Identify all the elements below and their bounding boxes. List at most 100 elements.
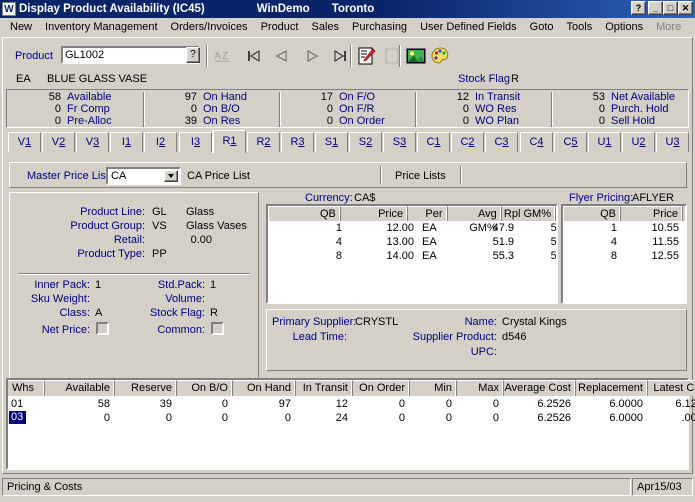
flyer-grid-row[interactable]: 1 10.55 [563,222,685,235]
price-grid-row[interactable]: 4 13.00 EA 51.9 53.8 [268,236,556,249]
minimize-button[interactable]: _ [648,1,663,15]
tab-i1[interactable]: I1 [110,132,143,152]
whs-col-min[interactable]: Min [410,380,457,396]
whs-col-on-hand[interactable]: On Hand [233,380,296,396]
stat-label: Net Available [611,91,676,103]
tab-c5[interactable]: C5 [554,132,587,152]
tab-label: C2 [460,136,475,148]
net-price-checkbox[interactable] [96,322,109,335]
supplier-name-value: Crystal Kings [502,316,567,328]
whs-col-reserve[interactable]: Reserve [115,380,177,396]
flyer-col-price[interactable]: Price [621,206,683,221]
price-grid-row[interactable]: 1 12.00 EA 47.9 50.0 [268,222,556,235]
tab-c1[interactable]: C1 [417,132,450,152]
tab-underline [6,152,689,154]
price-lists-button[interactable]: Price Lists [395,170,446,182]
whs-cell-code[interactable]: 03 [9,411,26,424]
menu-item-inventory-management[interactable]: Inventory Management [39,20,165,34]
menu-item-new[interactable]: New [4,20,39,34]
flyer-cell-price: 12.55 [651,250,679,262]
tab-r3[interactable]: R3 [281,132,314,152]
palette-icon[interactable] [429,46,453,66]
warehouse-grid-header: Whs Available Reserve On B/O On Hand In Trans… [8,380,695,396]
warehouse-row[interactable]: 03 0 0 0 0 24 0 0 0 6.2526 6.0000 .0000 [8,411,695,425]
tab-r1[interactable]: R1 [213,130,246,153]
tab-c4[interactable]: C4 [520,132,553,152]
next-record-icon[interactable] [300,46,324,66]
price-col-price[interactable]: Price [340,206,409,221]
tab-label: C4 [529,136,544,148]
tab-v2[interactable]: V2 [42,132,75,152]
help-button[interactable]: ? [631,1,646,15]
system-menu-icon[interactable]: W [2,2,16,16]
whs-col-whs[interactable]: Whs [8,380,45,396]
product-type-value: PP [152,248,167,260]
status-bar-left: Pricing & Costs [2,478,631,496]
flyer-price-grid[interactable]: QB Price 1 10.55 4 11.55 8 12.55 [561,204,687,304]
price-col-avg-gm-[interactable]: Avg GM% [447,206,502,234]
menu-item-purchasing[interactable]: Purchasing [346,20,414,34]
price-list-separator-right [460,166,462,184]
tab-r2[interactable]: R2 [247,132,280,152]
supplier-product-value: d546 [502,331,527,343]
menu-item-help[interactable]: Help [688,20,695,34]
price-col-per[interactable]: Per [408,206,448,221]
last-record-icon[interactable] [328,46,352,66]
whs-col-available[interactable]: Available [45,380,115,396]
picture-icon[interactable] [404,46,428,66]
tab-u2[interactable]: U2 [622,132,655,152]
menu-item-product[interactable]: Product [255,20,306,34]
price-grid-row[interactable]: 8 14.00 EA 55.3 57.1 [268,250,556,263]
price-break-grid[interactable]: QBPricePerAvg GM%Rpl GM%112.00EA47.950.0… [266,204,558,304]
warehouse-row[interactable]: 01 58 39 0 97 12 0 0 0 6.2526 6.0000 6.1261 [8,397,695,411]
close-button[interactable]: ✕ [678,1,693,15]
whs-col-on-b-o[interactable]: On B/O [177,380,233,396]
whs-col-in-transit[interactable]: In Transit [296,380,353,396]
whs-col-average-cost[interactable]: Average Cost [504,380,576,396]
master-price-list-combo[interactable]: CA [106,167,181,185]
maximize-button[interactable]: □ [663,1,678,15]
price-col-rpl-gm-[interactable]: Rpl GM% [501,206,556,221]
tab-u3[interactable]: U3 [656,132,689,152]
product-lookup-button[interactable]: ? [186,47,200,63]
menu-item-orders-invoices[interactable]: Orders/Invoices [165,20,255,34]
warehouse-availability-grid[interactable]: Whs Available Reserve On B/O On Hand In Trans… [6,378,695,470]
tab-u1[interactable]: U1 [588,132,621,152]
whs-cell: 6.2526 [537,398,571,410]
flyer-grid-row[interactable]: 8 12.55 [563,250,685,263]
whs-col-replacement[interactable]: Replacement [576,380,648,396]
tab-v3[interactable]: V3 [76,132,109,152]
menu-item-sales[interactable]: Sales [305,20,346,34]
tab-s3[interactable]: S3 [383,132,416,152]
tab-i2[interactable]: I2 [144,132,177,152]
tab-v1[interactable]: V1 [8,132,41,152]
flyer-col-qb[interactable]: QB [563,206,621,221]
tab-i3[interactable]: I3 [179,132,212,152]
whs-cell: 0 [221,412,228,424]
sort-az-icon[interactable]: A Z [211,46,235,66]
tab-c2[interactable]: C2 [451,132,484,152]
previous-record-icon[interactable] [270,46,294,66]
whs-col-on-order[interactable]: On Order [353,380,410,396]
menu-item-user-defined-fields[interactable]: User Defined Fields [414,20,524,34]
whs-col-latest-cost[interactable]: Latest Cost [648,380,695,396]
menu-item-options[interactable]: Options [599,20,650,34]
menu-item-goto[interactable]: Goto [524,20,561,34]
product-input-wrapper[interactable] [61,46,199,64]
tab-s2[interactable]: S2 [349,132,382,152]
flyer-grid-row[interactable]: 4 11.55 [563,236,685,249]
common-checkbox[interactable] [211,322,224,335]
edit-note-icon[interactable] [355,46,379,66]
product-input[interactable] [63,47,185,63]
tab-s1[interactable]: S1 [315,132,348,152]
flyer-grid-header: QB Price [563,206,685,221]
menu-item-more: More [656,21,682,33]
whs-cell-code[interactable]: 01 [11,397,41,411]
chevron-down-icon[interactable] [164,170,178,182]
tab-c3[interactable]: C3 [485,132,518,152]
stat-row: 0 Pre-Alloc [9,115,137,127]
menu-item-tools[interactable]: Tools [561,20,600,34]
first-record-icon[interactable] [242,46,266,66]
whs-col-max[interactable]: Max [457,380,504,396]
price-col-qb[interactable]: QB [268,206,341,221]
